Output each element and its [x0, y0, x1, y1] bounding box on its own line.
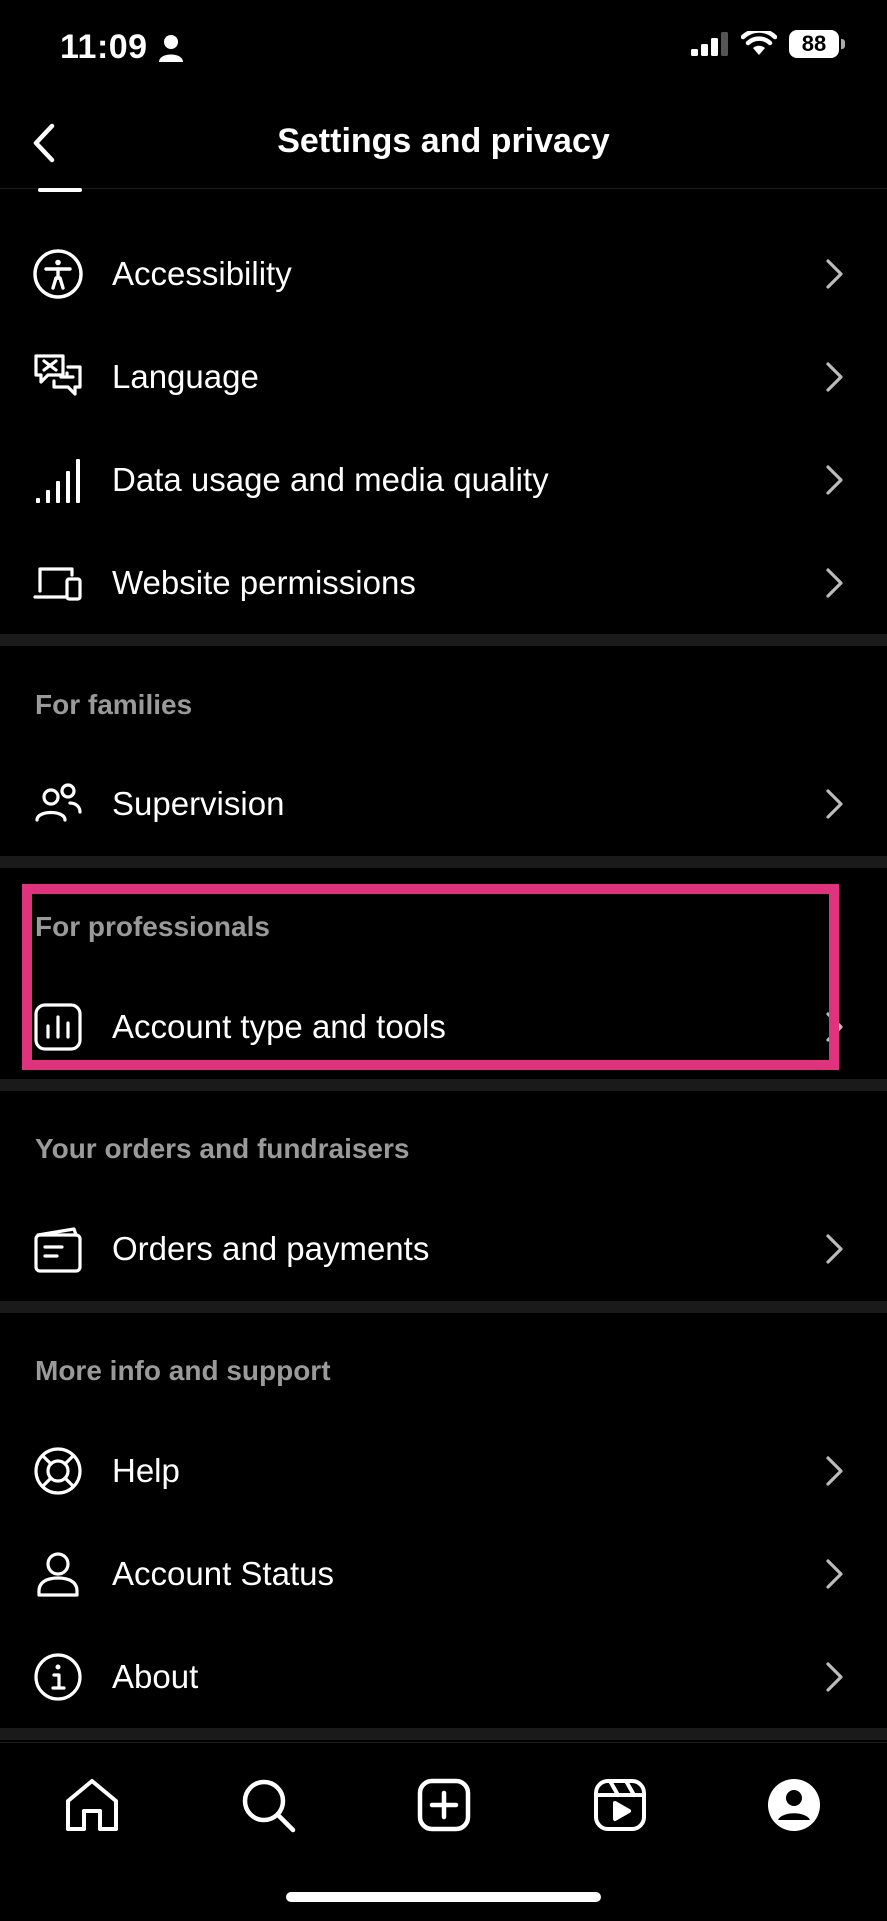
row-label: Language: [112, 358, 259, 395]
section-divider: [0, 1079, 887, 1091]
insights-icon: [32, 1001, 84, 1053]
chevron-right-icon: [822, 1557, 848, 1591]
search-icon[interactable]: [236, 1773, 300, 1837]
chevron-right-icon: [822, 787, 848, 821]
row-label: Orders and payments: [112, 1230, 430, 1267]
accessibility-icon: [32, 248, 84, 300]
receipt-icon: [32, 1223, 84, 1275]
page-title: Settings and privacy: [277, 122, 610, 160]
settings-row-data-usage[interactable]: Data usage and media quality: [0, 430, 887, 530]
create-icon[interactable]: [412, 1773, 476, 1837]
signal-bars-icon: [32, 454, 84, 506]
chevron-right-icon: [822, 1454, 848, 1488]
wifi-icon: [741, 31, 777, 57]
profile-icon[interactable]: [762, 1773, 826, 1837]
devices-icon: [32, 557, 84, 609]
settings-row-orders-payments[interactable]: Orders and payments: [0, 1199, 887, 1299]
chevron-right-icon: [822, 360, 848, 394]
settings-row-accessibility[interactable]: Accessibility: [0, 224, 887, 324]
home-indicator: [286, 1892, 601, 1902]
section-divider: [0, 856, 887, 868]
settings-row-account-type[interactable]: Account type and tools: [0, 977, 887, 1077]
person-icon: [32, 1548, 84, 1600]
row-label: Data usage and media quality: [112, 461, 549, 498]
chevron-right-icon: [822, 1232, 848, 1266]
section-title-orders: Your orders and fundraisers: [35, 1133, 410, 1164]
chevron-right-icon: [822, 566, 848, 600]
home-icon[interactable]: [60, 1773, 124, 1837]
row-label: Supervision: [112, 785, 285, 822]
section-divider: [0, 1728, 887, 1740]
reels-icon[interactable]: [588, 1773, 652, 1837]
chevron-right-icon: [822, 463, 848, 497]
chevron-right-icon: [822, 1660, 848, 1694]
row-label: Account type and tools: [112, 1008, 446, 1045]
supervision-icon: [32, 778, 84, 830]
status-indicators: 88: [691, 30, 845, 58]
language-icon: [32, 351, 84, 403]
section-title-families: For families: [35, 689, 193, 720]
battery-indicator: 88: [789, 30, 845, 58]
info-icon: [32, 1651, 84, 1703]
person-status-icon: [158, 34, 184, 62]
section-divider: [0, 1301, 887, 1313]
chevron-right-icon: [822, 257, 848, 291]
status-bar: 11:09 88: [0, 0, 887, 100]
settings-row-supervision[interactable]: Supervision: [0, 754, 887, 854]
section-divider: [0, 634, 887, 646]
settings-row-language[interactable]: Language: [0, 327, 887, 427]
settings-row-help[interactable]: Help: [0, 1421, 887, 1521]
settings-row-about[interactable]: About: [0, 1627, 887, 1727]
cellular-signal-icon: [691, 32, 729, 56]
section-title-professionals: For professionals: [35, 911, 270, 942]
section-title-support: More info and support: [35, 1355, 331, 1386]
nav-header: Settings and privacy: [0, 100, 887, 189]
settings-row-account-status[interactable]: Account Status: [0, 1524, 887, 1624]
scrolled-item-fragment: [38, 188, 82, 192]
status-time: 11:09: [60, 28, 148, 66]
chevron-right-icon: [822, 1010, 848, 1044]
row-label: Account Status: [112, 1555, 334, 1592]
settings-row-website-permissions[interactable]: Website permissions: [0, 533, 887, 633]
row-label: About: [112, 1658, 199, 1695]
row-label: Accessibility: [112, 255, 292, 292]
row-label: Help: [112, 1452, 180, 1489]
row-label: Website permissions: [112, 564, 416, 601]
lifebuoy-icon: [32, 1445, 84, 1497]
